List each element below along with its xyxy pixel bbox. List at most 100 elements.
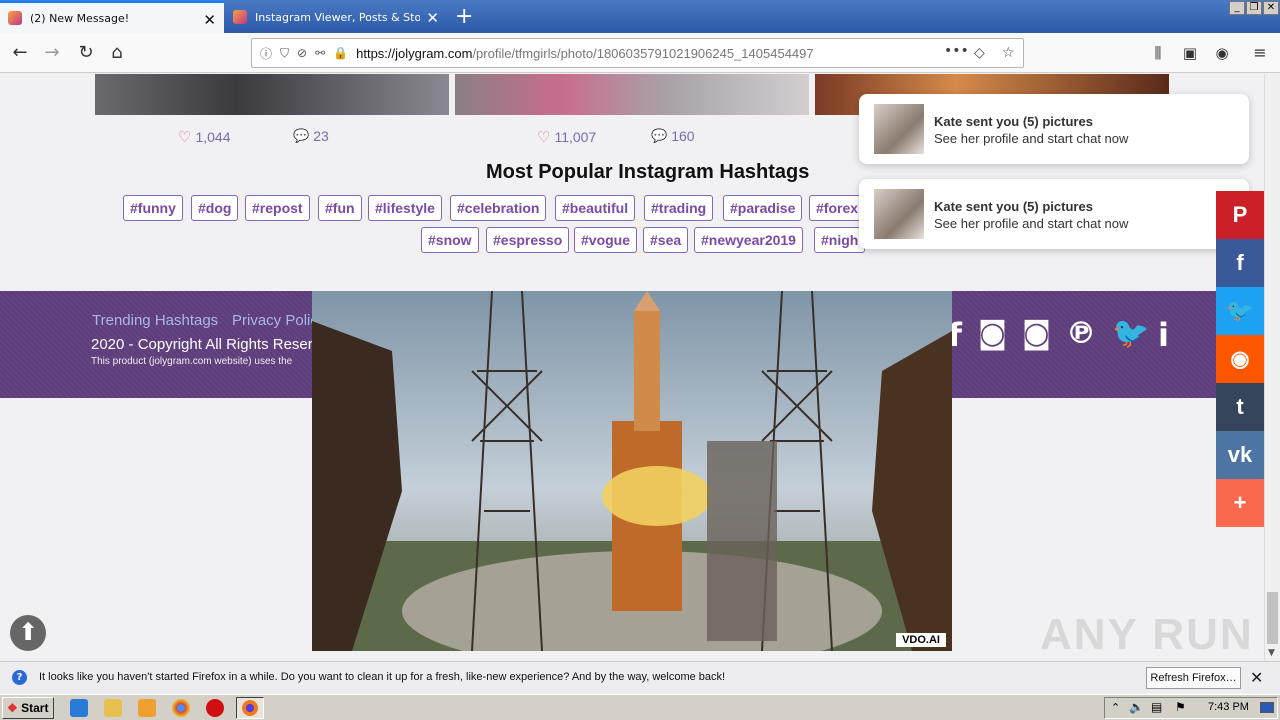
hashtag-link[interactable]: #paradise: [723, 195, 803, 221]
volume-icon[interactable]: 🔈: [1129, 700, 1144, 714]
tab-title: Instagram Viewer, Posts & Story &: [255, 10, 420, 24]
likes-count: ♡ 1,044: [178, 129, 231, 146]
footer-link-trending[interactable]: Trending Hashtags: [92, 312, 218, 329]
close-window-button[interactable]: ✕: [1263, 1, 1279, 15]
tumblr-icon[interactable]: t: [1216, 383, 1264, 431]
tab-instagram-viewer[interactable]: Instagram Viewer, Posts & Story & ✕: [225, 1, 447, 33]
chat-notification[interactable]: Kate sent you (5) pictures See her profi…: [859, 179, 1249, 249]
photo-thumbnail[interactable]: [455, 74, 809, 115]
hashtag-link[interactable]: #funny: [123, 195, 183, 221]
lock-icon[interactable]: 🔒: [333, 46, 348, 60]
footer-link-privacy[interactable]: Privacy Polic: [232, 312, 318, 329]
hashtag-link[interactable]: #beautiful: [555, 195, 636, 221]
copyright-text: 2020 - Copyright All Rights Reserv: [91, 336, 321, 353]
menu-icon[interactable]: ≡: [1246, 39, 1274, 67]
pocket-icon[interactable]: ◇: [974, 45, 985, 61]
hashtag-link[interactable]: #forex: [809, 195, 866, 221]
hashtag-link[interactable]: #nigh: [814, 227, 866, 253]
refresh-firefox-button[interactable]: Refresh Firefox…: [1146, 667, 1241, 689]
hashtag-link[interactable]: #espresso: [486, 227, 570, 253]
hashtag-link[interactable]: #sea: [643, 227, 689, 253]
instagram-icon[interactable]: ◙: [978, 316, 1007, 351]
minimize-button[interactable]: _: [1229, 1, 1245, 15]
notification-subtitle: See her profile and start chat now: [934, 216, 1129, 231]
hashtag-link[interactable]: #celebration: [450, 195, 547, 221]
tab-bar: (2) New Message! ✕ Instagram Viewer, Pos…: [0, 0, 1280, 33]
account-icon[interactable]: ◉: [1208, 39, 1236, 67]
link-icon[interactable]: ⚯: [315, 46, 325, 60]
vdo-ai-badge[interactable]: VDO.AI: [896, 633, 946, 647]
network-icon[interactable]: ▤: [1151, 700, 1162, 714]
restore-button[interactable]: ❐: [1246, 1, 1262, 15]
twitter-icon[interactable]: 🐦: [1112, 316, 1149, 351]
opera-icon[interactable]: [206, 699, 224, 717]
vk-icon[interactable]: vk: [1216, 431, 1264, 479]
video-ad-player[interactable]: VDO.AI: [312, 291, 952, 651]
reload-icon[interactable]: ↻: [72, 39, 100, 67]
hashtag-link[interactable]: #lifestyle: [368, 195, 442, 221]
comments-count: 💬 160: [651, 128, 695, 144]
ie-icon[interactable]: [70, 699, 88, 717]
twitter-icon[interactable]: 🐦: [1216, 287, 1264, 335]
hashtag-link[interactable]: #trading: [644, 195, 714, 221]
photo-thumbnail[interactable]: [95, 74, 449, 115]
anyrun-watermark: ANY RUN: [1040, 610, 1254, 659]
hashtag-link[interactable]: #fun: [318, 195, 362, 221]
instagram-icon[interactable]: ◙: [1022, 316, 1051, 351]
back-to-top-icon[interactable]: ⬆: [10, 615, 46, 651]
close-tab-icon[interactable]: ✕: [426, 9, 439, 27]
media-player-icon[interactable]: [138, 699, 156, 717]
firefox-taskbar-button[interactable]: [236, 697, 264, 719]
sidebar-icon[interactable]: ▣: [1176, 39, 1204, 67]
comments-count: 💬 23: [293, 128, 329, 144]
more-icon[interactable]: +: [1216, 479, 1264, 527]
hashtag-link[interactable]: #newyear2019: [694, 227, 803, 253]
pinterest-icon[interactable]: ℗: [1066, 316, 1096, 351]
hashtag-link[interactable]: #snow: [421, 227, 479, 253]
close-icon[interactable]: ✕: [1250, 668, 1263, 687]
tray-expand-icon[interactable]: ⌃: [1111, 701, 1120, 714]
tab-new-message[interactable]: (2) New Message! ✕: [0, 1, 224, 33]
flag-icon[interactable]: ⚑: [1175, 700, 1186, 714]
notification-title: Kate sent you (5) pictures: [934, 199, 1093, 214]
windows-logo-icon: ❖: [7, 701, 18, 715]
profile-thumbnail: [874, 104, 924, 154]
hashtag-link[interactable]: #vogue: [574, 227, 638, 253]
notification-subtitle: See her profile and start chat now: [934, 131, 1129, 146]
bookmark-star-icon[interactable]: ☆: [1002, 45, 1015, 61]
start-button[interactable]: ❖ Start: [2, 697, 54, 719]
page-actions-icon[interactable]: •••: [944, 43, 969, 59]
firefox-notification-bar: ? It looks like you haven't started Fire…: [0, 661, 1280, 693]
chat-notification[interactable]: Kate sent you (5) pictures See her profi…: [859, 94, 1249, 164]
page-scrollbar[interactable]: ▼: [1264, 74, 1280, 661]
pinterest-icon[interactable]: P: [1216, 191, 1264, 239]
close-tab-icon[interactable]: ✕: [203, 11, 216, 29]
hashtag-link[interactable]: #repost: [245, 195, 310, 221]
info-icon[interactable]: ⓘ: [260, 45, 272, 62]
navigation-toolbar: ← → ↻ ⌂ ⓘ ⛉ ⊘ ⚯ 🔒 https://jolygram.com/p…: [0, 33, 1280, 73]
scroll-down-icon[interactable]: ▼: [1268, 648, 1275, 658]
chrome-icon[interactable]: [172, 699, 190, 717]
tab-title: (2) New Message!: [30, 11, 130, 25]
hashtags-heading: Most Popular Instagram Hashtags: [486, 161, 810, 183]
url-text[interactable]: https://jolygram.com/profile/tfmgirls/ph…: [356, 46, 814, 61]
clock: 7:43 PM: [1208, 701, 1249, 713]
shield-icon[interactable]: ⛉: [280, 46, 289, 61]
facebook-icon[interactable]: f: [1216, 239, 1264, 287]
forward-icon[interactable]: →: [38, 39, 66, 67]
url-bar[interactable]: ⓘ ⛉ ⊘ ⚯ 🔒 https://jolygram.com/profile/t…: [251, 38, 1024, 68]
show-desktop-icon[interactable]: [1260, 702, 1274, 713]
permissions-icon[interactable]: ⊘: [297, 46, 307, 60]
home-icon[interactable]: ⌂: [103, 39, 131, 67]
help-icon: ?: [12, 670, 27, 685]
hashtag-link[interactable]: #dog: [191, 195, 239, 221]
back-icon[interactable]: ←: [6, 39, 34, 67]
info-icon[interactable]: i: [1158, 316, 1169, 354]
reddit-icon[interactable]: ◉: [1216, 335, 1264, 383]
system-tray: ⌃ 🔈 ▤ ⚑: [1104, 697, 1278, 719]
library-icon[interactable]: ⫼: [1144, 39, 1172, 67]
instagram-favicon-icon: [8, 11, 22, 25]
new-tab-icon[interactable]: +: [455, 4, 473, 29]
folder-icon[interactable]: [104, 699, 122, 717]
scroll-thumb[interactable]: [1267, 592, 1278, 644]
